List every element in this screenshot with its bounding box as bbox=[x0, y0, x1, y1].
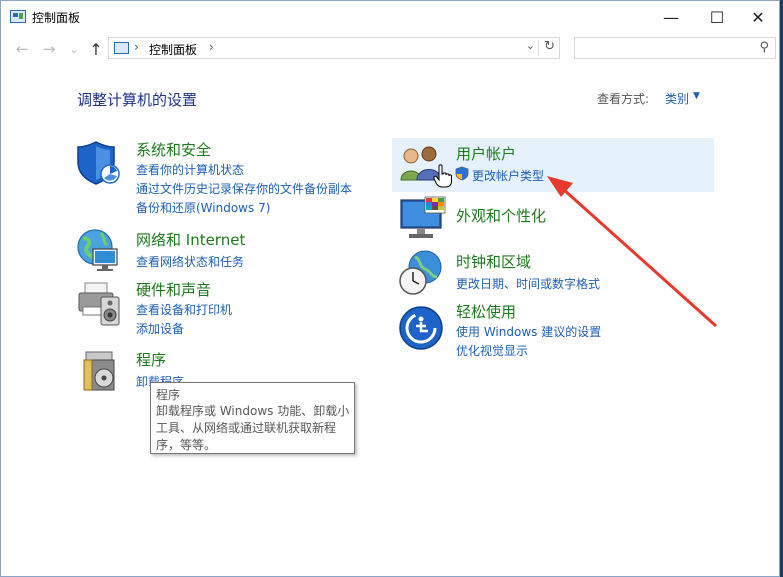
annotation-arrow bbox=[547, 176, 718, 328]
hand-cursor-icon bbox=[433, 164, 452, 188]
control-panel-window: 控制面板 — ☐ ✕ ← → ⌄ ↑ › 控制面板 › ⌄ ↻ ⚲ 调整计算机的… bbox=[0, 0, 780, 577]
